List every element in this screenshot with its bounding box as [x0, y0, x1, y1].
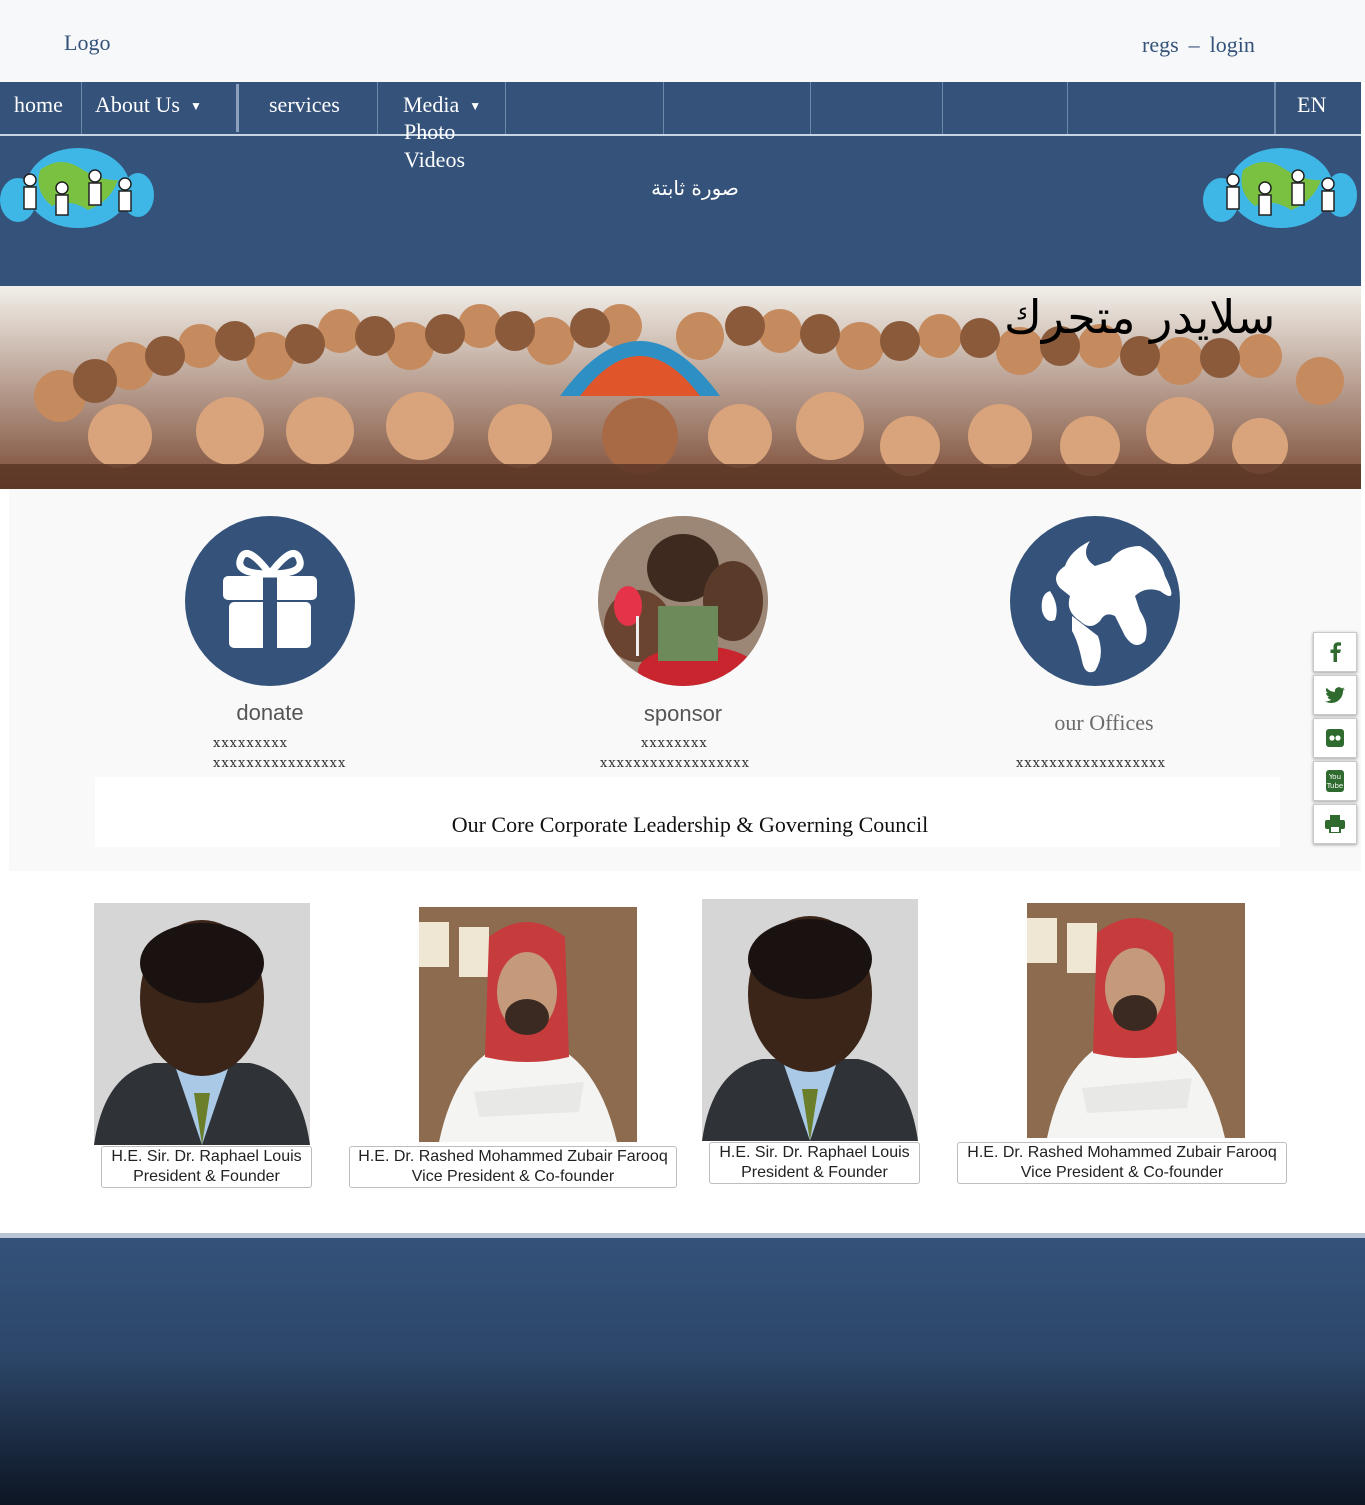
- council-title: Our Core Corporate Leadership & Governin…: [451, 812, 929, 837]
- leader-role: Vice President & Co-founder: [411, 1168, 615, 1185]
- footer: [0, 1233, 1365, 1505]
- nav-empty-slot[interactable]: [811, 82, 943, 134]
- leader-caption: H.E. Sir. Dr. Raphael Louis President & …: [709, 1142, 920, 1184]
- nav-empty-slot[interactable]: [943, 82, 1068, 134]
- login-link[interactable]: login: [1210, 32, 1255, 57]
- nav-services-label: services: [269, 92, 340, 117]
- leader-photo: [702, 899, 918, 1141]
- sponsor-text-2: xxxxxxxxxxxxxxxxxx: [600, 756, 750, 771]
- language-switch[interactable]: EN: [1275, 82, 1361, 134]
- register-link[interactable]: regs: [1142, 32, 1179, 57]
- children-photo: [598, 516, 768, 686]
- donate-text-1: xxxxxxxxx: [213, 736, 288, 751]
- static-image-label: صورة ثابتة: [651, 176, 739, 200]
- flickr-icon: [1326, 729, 1344, 747]
- hero-strip: [0, 136, 1361, 286]
- nav-media-label: Media: [403, 92, 460, 117]
- leader-role: President & Founder: [133, 1168, 280, 1185]
- leader-caption: H.E. Sir. Dr. Raphael Louis President & …: [101, 1146, 312, 1188]
- sponsor-title[interactable]: sponsor: [583, 701, 783, 727]
- youtube-button[interactable]: You Tube: [1313, 761, 1357, 801]
- youtube-icon: YouTube: [1326, 770, 1344, 792]
- menu-item-videos[interactable]: Videos: [404, 146, 524, 174]
- leader-photo: [419, 907, 637, 1142]
- nav-about-label: About Us: [95, 92, 180, 117]
- nav-divider: [236, 84, 239, 132]
- nav-empty-slot[interactable]: [664, 82, 811, 134]
- nav-about-us[interactable]: About Us ▼: [82, 82, 236, 134]
- leader-photo: [1027, 903, 1245, 1138]
- chevron-down-icon: ▼: [469, 99, 482, 114]
- globe-icon: [1041, 541, 1172, 673]
- leader-name: H.E. Dr. Rashed Mohammed Zubair Farooq: [358, 1148, 668, 1165]
- leader-name: H.E. Sir. Dr. Raphael Louis: [111, 1148, 302, 1165]
- offices-circle[interactable]: [1010, 516, 1180, 686]
- svg-text:You: You: [1328, 773, 1341, 781]
- donate-title[interactable]: donate: [170, 700, 370, 726]
- facebook-button[interactable]: [1313, 632, 1357, 672]
- main-nav: home About Us ▼ services Media ▼ EN: [0, 82, 1361, 136]
- auth-links: regs – login: [1142, 32, 1255, 58]
- offices-title[interactable]: our Offices: [1004, 710, 1204, 736]
- logo[interactable]: Logo: [64, 30, 110, 56]
- chevron-down-icon: ▼: [189, 99, 202, 114]
- leader-name: H.E. Sir. Dr. Raphael Louis: [719, 1144, 910, 1161]
- flickr-button[interactable]: [1313, 718, 1357, 758]
- leader-photo: [94, 903, 310, 1145]
- twitter-icon: [1325, 687, 1345, 703]
- social-share-bar: You Tube: [1313, 630, 1358, 846]
- facebook-icon: [1330, 642, 1341, 662]
- leader-name: H.E. Dr. Rashed Mohammed Zubair Farooq: [967, 1144, 1277, 1161]
- print-button[interactable]: [1313, 804, 1357, 844]
- twitter-button[interactable]: [1313, 675, 1357, 715]
- leader-role: President & Founder: [741, 1164, 888, 1181]
- media-dropdown-menu: Photo Videos: [404, 118, 524, 174]
- auth-separator: –: [1188, 32, 1200, 57]
- leader-role: Vice President & Co-founder: [1020, 1164, 1224, 1181]
- offices-text-1: xxxxxxxxxxxxxxxxxx: [1016, 756, 1166, 771]
- print-icon: [1325, 815, 1345, 833]
- sponsor-text-1: xxxxxxxx: [641, 736, 708, 751]
- nav-empty-slot[interactable]: [1068, 82, 1275, 134]
- sponsor-circle[interactable]: [598, 516, 768, 686]
- donate-circle[interactable]: [185, 516, 355, 686]
- menu-item-photo[interactable]: Photo: [404, 118, 524, 146]
- slider-title: سلايدر متحرك: [1004, 290, 1276, 344]
- language-label: EN: [1297, 92, 1327, 117]
- world-children-logo: [0, 148, 154, 228]
- nav-home[interactable]: home: [0, 82, 82, 134]
- leader-caption: H.E. Dr. Rashed Mohammed Zubair Farooq V…: [957, 1142, 1287, 1184]
- nav-services[interactable]: services: [239, 82, 378, 134]
- donate-text-2: xxxxxxxxxxxxxxxx: [213, 756, 347, 771]
- leader-caption: H.E. Dr. Rashed Mohammed Zubair Farooq V…: [349, 1146, 677, 1188]
- nav-home-label: home: [14, 92, 63, 117]
- svg-text:Tube: Tube: [1326, 782, 1343, 790]
- nav-empty-slot[interactable]: [506, 82, 664, 134]
- world-children-logo: [1203, 148, 1357, 228]
- gift-icon: [223, 550, 317, 648]
